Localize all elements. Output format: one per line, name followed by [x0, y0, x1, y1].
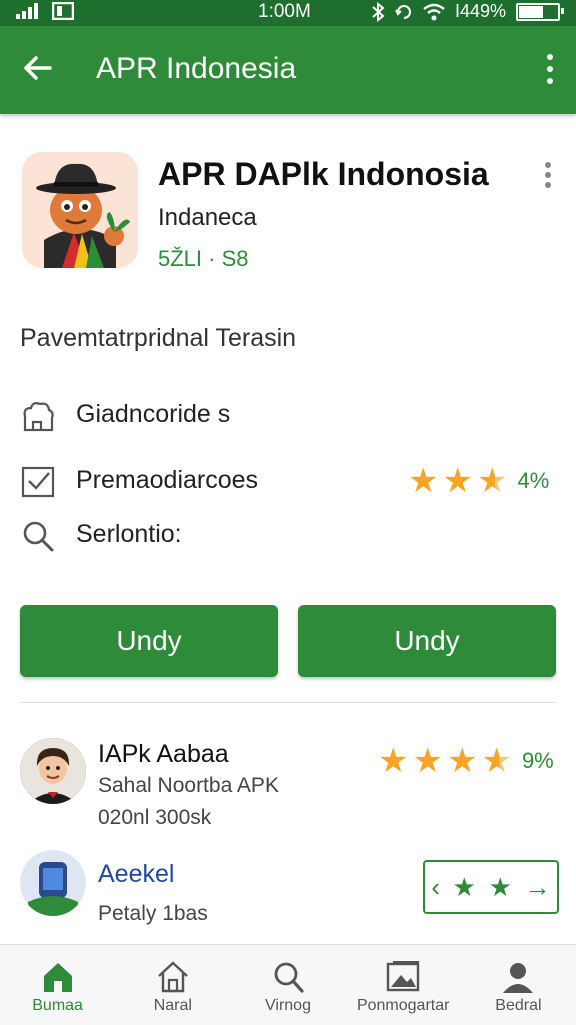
search-icon: [270, 959, 306, 995]
star-icon: ★: [378, 742, 409, 780]
star-rating: ★ ★ ★ 4%: [408, 464, 549, 498]
rotate-icon: [395, 4, 411, 19]
checkbox-icon: [20, 464, 56, 500]
battery-percent: I449%: [454, 1, 506, 21]
nav-label: Bumaa: [32, 997, 83, 1014]
rating-nav-button[interactable]: ‹ ★ ★ →: [423, 860, 559, 914]
image-icon: [385, 959, 421, 995]
row-label: Serlontio:: [76, 520, 182, 548]
nav-item-home[interactable]: Bumaa: [0, 945, 115, 1025]
rating-value: 9%: [521, 748, 554, 773]
star-half-icon: ★: [476, 462, 508, 500]
app-bar: APR Indonesia: [0, 26, 576, 114]
divider: [20, 702, 556, 703]
home-outline-icon: [155, 959, 191, 995]
nav-item-gallery[interactable]: Ponmogartar: [346, 945, 461, 1025]
cloud-house-icon: [20, 398, 56, 434]
rating-value: 4%: [517, 468, 550, 493]
nav-item-home-outline[interactable]: Naral: [115, 945, 230, 1025]
status-bar: 1:00M I449%: [0, 0, 576, 26]
nav-label: Bedral: [495, 997, 542, 1014]
star-half-icon: ★: [481, 742, 512, 780]
more-vert-icon[interactable]: [546, 54, 554, 84]
status-time: 1:00M: [258, 1, 311, 22]
list-item-meta: 020nl 300sk: [98, 806, 212, 829]
info-row[interactable]: Premaodiarcoes ★ ★ ★ 4%: [20, 462, 560, 502]
arrow-left-icon[interactable]: [20, 50, 56, 86]
app-subtitle: Indaneca: [158, 204, 257, 231]
list-item-title: IAPk Aabaa: [98, 740, 229, 768]
bluetooth-icon: [372, 1, 385, 22]
arrow-right-icon: →: [524, 871, 551, 902]
avatar: [20, 738, 86, 804]
star-icon: ★: [488, 871, 512, 902]
star-rating: ★ ★ ★ ★ 9%: [378, 744, 554, 778]
primary-button-left[interactable]: Undy: [20, 605, 278, 677]
nav-label: Ponmogartar: [356, 997, 450, 1014]
list-item-subtitle: Petaly 1bas: [98, 902, 208, 925]
nav-label: Virnog: [265, 997, 311, 1014]
primary-button-right[interactable]: Undy: [298, 605, 556, 677]
home-filled-icon: [40, 959, 76, 995]
nav-label: Naral: [153, 997, 192, 1014]
cell-signal-icon: [16, 3, 38, 19]
list-item-subtitle: Sahal Noortba APK: [98, 774, 279, 797]
nav-item-profile[interactable]: Bedral: [461, 945, 576, 1025]
list-item-title: Aeekel: [98, 860, 175, 888]
app-avatar-icon: [20, 850, 86, 916]
person-icon: [500, 959, 536, 995]
star-icon: ★: [446, 742, 478, 780]
bottom-nav: Bumaa Naral Virnog Ponmogartar Bedral: [0, 944, 576, 1025]
star-icon: ★: [412, 742, 443, 780]
chevron-left-icon: ‹: [431, 871, 440, 902]
star-icon: ★: [442, 462, 473, 500]
app-title: APR DAPlk Indonosia: [158, 156, 489, 192]
wifi-icon: [423, 3, 445, 20]
battery-icon: [516, 2, 564, 21]
search-icon: [20, 518, 56, 554]
row-label: Premaodiarcoes: [76, 466, 259, 494]
nav-item-search[interactable]: Virnog: [230, 945, 345, 1025]
star-icon: ★: [408, 462, 439, 500]
row-label: Giadncoride s: [76, 400, 231, 428]
app-bar-title: APR Indonesia: [96, 52, 297, 85]
list-item[interactable]: IAPk Aabaa Sahal Noortba APK 020nl 300sk…: [20, 736, 560, 836]
notification-icon: [52, 2, 74, 20]
info-row[interactable]: Serlontio:: [20, 516, 560, 556]
description: Pavemtatrpridnal Terasin: [20, 324, 297, 352]
more-vert-icon[interactable]: [544, 162, 552, 188]
app-icon: [22, 152, 138, 268]
star-icon: ★: [452, 871, 476, 902]
app-meta: 5ŽLI · S8: [158, 246, 249, 271]
info-row[interactable]: Giadncoride s: [20, 396, 560, 436]
